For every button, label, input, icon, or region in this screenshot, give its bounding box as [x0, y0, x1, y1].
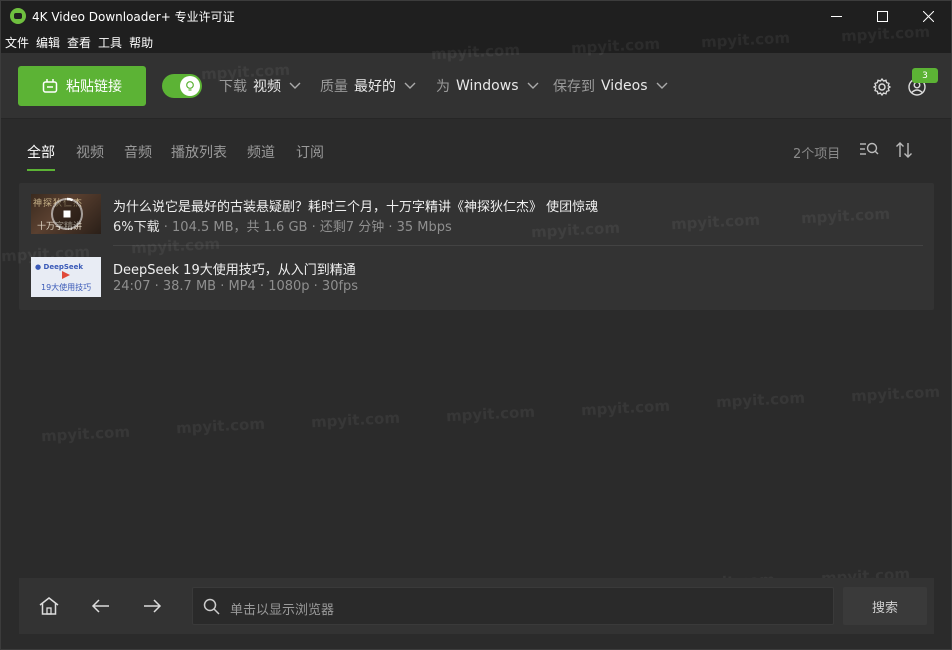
platform-dropdown[interactable]: 为 Windows [436, 77, 539, 95]
forward-arrow-icon[interactable] [141, 596, 163, 616]
paste-link-icon [42, 79, 58, 93]
play-icon [62, 271, 70, 279]
menu-tools[interactable]: 工具 [98, 34, 122, 51]
menu-bar: 文件 编辑 查看 工具 帮助 [1, 31, 951, 53]
watermark: mpyit.com [580, 396, 671, 420]
watermark: mpyit.com [175, 414, 266, 438]
thumbnail-art: ● DeepSeek [35, 263, 84, 271]
tab-playlist[interactable]: 播放列表 [171, 142, 227, 162]
download-meta: 24:07 · 38.7 MB · MP4 · 1080p · 30fps [113, 279, 359, 294]
chevron-down-icon [289, 82, 301, 89]
filter-tabs: 全部 视频 音频 播放列表 频道 订阅 2个项目 [1, 119, 951, 175]
list-item[interactable]: 神探狄仁杰 十万字精讲 为什么说它是最好的古装悬疑剧？耗时三个月，十万字精讲《神… [19, 183, 934, 246]
notification-badge: 3 [912, 68, 938, 83]
menu-help[interactable]: 帮助 [129, 34, 153, 51]
download-type-dropdown[interactable]: 下载 视频 [219, 77, 301, 95]
home-icon[interactable] [38, 596, 60, 616]
download-meta: 6%下载 · 104.5 MB，共 1.6 GB · 还剩7 分钟 · 35 M… [113, 216, 452, 235]
download-title: DeepSeek 19大使用技巧，从入门到精通 [113, 263, 356, 278]
browser-bar: 单击以显示浏览器 搜索 [19, 578, 934, 634]
download-type-value: 视频 [253, 79, 281, 95]
download-progress: 6%下载 [113, 220, 160, 235]
download-type-label: 下载 [219, 79, 247, 95]
download-list: 神探狄仁杰 十万字精讲 为什么说它是最好的古装悬疑剧？耗时三个月，十万字精讲《神… [19, 183, 934, 310]
browser-address-input[interactable]: 单击以显示浏览器 [192, 587, 834, 625]
gear-icon[interactable] [872, 77, 892, 97]
close-icon [922, 10, 934, 22]
quality-value: 最好的 [354, 79, 396, 95]
minimize-button[interactable] [813, 1, 859, 31]
search-button[interactable]: 搜索 [843, 587, 927, 625]
window-controls [813, 1, 951, 31]
thumbnail-art: 19大使用技巧 [41, 283, 92, 292]
save-to-label: 保存到 [553, 79, 595, 95]
watermark: mpyit.com [445, 402, 536, 426]
platform-value: Windows [456, 78, 519, 94]
lightbulb-icon [186, 81, 194, 91]
list-item[interactable]: ● DeepSeek 19大使用技巧 DeepSeek 19大使用技巧，从入门到… [19, 246, 934, 309]
video-thumbnail: ● DeepSeek 19大使用技巧 [31, 257, 101, 297]
tab-video[interactable]: 视频 [76, 142, 104, 162]
search-list-icon[interactable] [859, 141, 879, 159]
tab-all[interactable]: 全部 [27, 142, 55, 162]
maximize-icon [876, 10, 888, 22]
save-to-dropdown[interactable]: 保存到 Videos [553, 77, 668, 95]
chevron-down-icon [404, 82, 416, 89]
quality-dropdown[interactable]: 质量 最好的 [320, 77, 416, 95]
back-arrow-icon[interactable] [90, 596, 112, 616]
watermark: mpyit.com [40, 422, 131, 446]
tab-channel[interactable]: 频道 [247, 142, 275, 162]
watermark: mpyit.com [850, 382, 941, 406]
sort-icon[interactable] [895, 141, 913, 159]
tab-subscription[interactable]: 订阅 [296, 142, 324, 162]
smart-mode-toggle[interactable] [162, 74, 202, 98]
toggle-knob [180, 76, 200, 96]
active-tab-indicator [27, 169, 55, 171]
menu-file[interactable]: 文件 [5, 34, 29, 51]
watermark: mpyit.com [310, 408, 401, 432]
toolbar: 粘贴链接 下载 视频 质量 最好的 为 Windows 保存到 Videos 3 [1, 53, 951, 119]
paste-link-button[interactable]: 粘贴链接 [18, 66, 146, 106]
video-thumbnail: 神探狄仁杰 十万字精讲 [31, 194, 101, 234]
window-title: 4K Video Downloader+ 专业许可证 [32, 9, 235, 24]
minimize-icon [830, 15, 842, 17]
save-to-value: Videos [601, 78, 648, 94]
download-details: · 104.5 MB，共 1.6 GB · 还剩7 分钟 · 35 Mbps [159, 220, 452, 235]
chevron-down-icon [656, 82, 668, 89]
search-icon [203, 598, 220, 615]
platform-label: 为 [436, 79, 450, 95]
app-window: 4K Video Downloader+ 专业许可证 文件 编辑 查看 工具 帮… [0, 0, 952, 650]
address-placeholder: 单击以显示浏览器 [230, 603, 335, 618]
title-bar: 4K Video Downloader+ 专业许可证 [1, 1, 951, 31]
app-logo-icon [10, 8, 26, 24]
watermark: mpyit.com [715, 388, 806, 412]
paste-link-label: 粘贴链接 [66, 79, 122, 95]
menu-edit[interactable]: 编辑 [36, 34, 60, 51]
chevron-down-icon [527, 82, 538, 89]
tab-audio[interactable]: 音频 [124, 142, 152, 162]
download-title: 为什么说它是最好的古装悬疑剧？耗时三个月，十万字精讲《神探狄仁杰》 使团惊魂 [113, 200, 599, 215]
maximize-button[interactable] [859, 1, 905, 31]
item-count: 2个项目 [793, 147, 841, 162]
menu-view[interactable]: 查看 [67, 34, 91, 51]
stop-download-icon[interactable] [49, 196, 85, 232]
close-button[interactable] [905, 1, 951, 31]
quality-label: 质量 [320, 79, 348, 95]
